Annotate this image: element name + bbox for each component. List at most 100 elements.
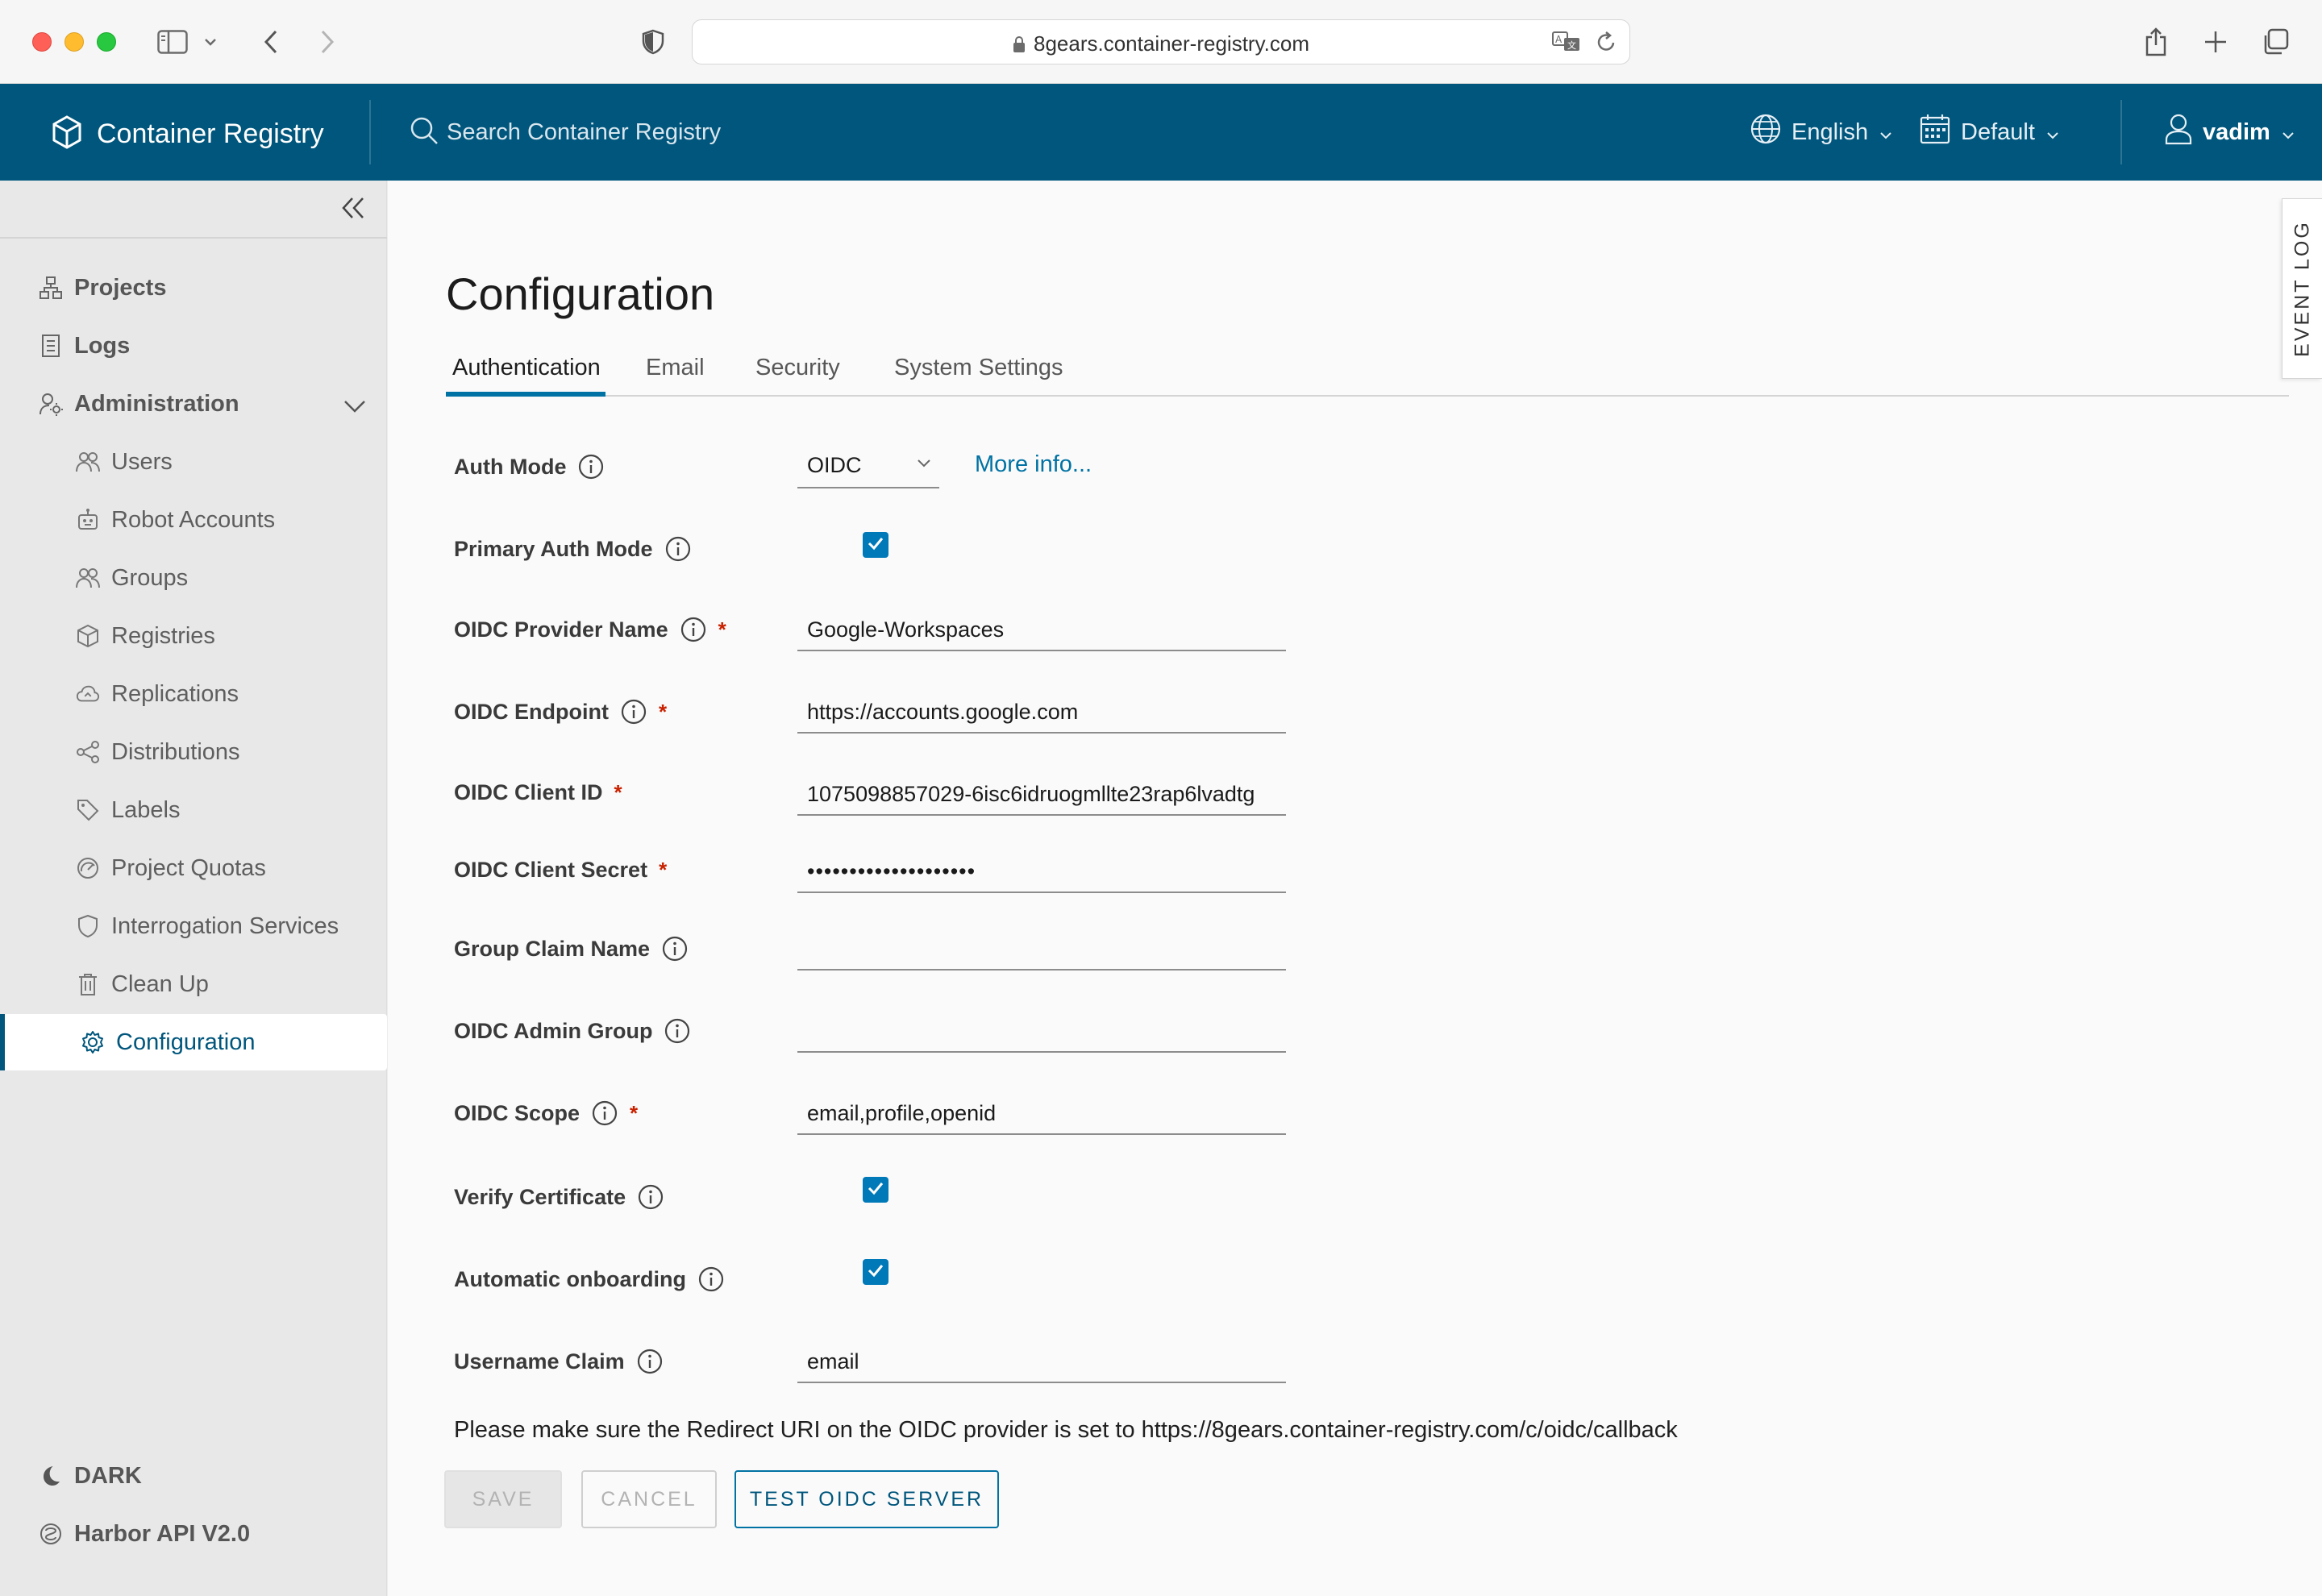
sidebar-toggle-icon[interactable] xyxy=(153,23,192,61)
sidebar-item-configuration[interactable]: Configuration xyxy=(0,1014,387,1070)
double-chevron-left-icon xyxy=(341,197,365,223)
admin-group-input[interactable] xyxy=(797,1008,1286,1053)
sidebar-item-distributions[interactable]: Distributions xyxy=(0,724,387,780)
back-icon[interactable] xyxy=(252,23,290,61)
more-info-link[interactable]: More info... xyxy=(975,451,1092,478)
projects-icon xyxy=(39,276,63,300)
provider-name-label: OIDC Provider Name xyxy=(454,617,668,642)
info-icon[interactable] xyxy=(636,1348,664,1375)
gear-icon xyxy=(81,1030,105,1054)
form-row-primary-auth-mode: Primary Auth Mode xyxy=(454,524,2066,572)
app-header: Container Registry English Default vadim xyxy=(0,84,2322,181)
sidebar-item-registries[interactable]: Registries xyxy=(0,608,387,664)
event-log-tab[interactable]: EVENT LOG xyxy=(2282,198,2322,379)
auth-mode-label: Auth Mode xyxy=(454,454,567,479)
scope-input[interactable]: email,profile,openid xyxy=(797,1090,1286,1135)
group-claim-input[interactable] xyxy=(797,925,1286,970)
chevron-down-icon xyxy=(2282,119,2295,146)
theme-menu[interactable]: Default xyxy=(1919,113,2059,152)
minimize-window-button[interactable] xyxy=(64,32,84,52)
tab-system-settings[interactable]: System Settings xyxy=(894,348,1063,397)
username-claim-input[interactable]: email xyxy=(797,1338,1286,1383)
user-menu[interactable]: vadim xyxy=(2164,113,2295,152)
client-id-input[interactable]: 1075098857029-6isc6idruogmllte23rap6lvad… xyxy=(797,771,1286,816)
close-window-button[interactable] xyxy=(32,32,52,52)
language-menu[interactable]: English xyxy=(1750,113,1892,152)
cancel-button[interactable]: CANCEL xyxy=(581,1470,717,1528)
sidebar-item-labels[interactable]: Labels xyxy=(0,782,387,838)
auth-mode-select[interactable]: OIDC xyxy=(797,443,939,488)
brand[interactable]: Container Registry xyxy=(52,114,324,153)
info-icon[interactable] xyxy=(664,535,692,563)
lock-icon xyxy=(1013,34,1026,59)
info-icon[interactable] xyxy=(661,935,689,962)
sidebar-item-project-quotas[interactable]: Project Quotas xyxy=(0,840,387,896)
search-input[interactable] xyxy=(447,118,753,146)
forward-icon[interactable] xyxy=(308,23,347,61)
save-button[interactable]: SAVE xyxy=(444,1470,562,1528)
sidebar-item-robot-accounts[interactable]: Robot Accounts xyxy=(0,492,387,548)
sidebar-item-groups[interactable]: Groups xyxy=(0,550,387,606)
privacy-shield-icon[interactable] xyxy=(634,23,672,61)
auto-onboarding-checkbox[interactable] xyxy=(863,1259,888,1285)
info-icon[interactable] xyxy=(680,616,707,643)
info-icon[interactable] xyxy=(697,1266,725,1293)
endpoint-input[interactable]: https://accounts.google.com xyxy=(797,688,1286,734)
verify-cert-checkbox[interactable] xyxy=(863,1177,888,1203)
provider-name-input[interactable]: Google-Workspaces xyxy=(797,606,1286,651)
client-secret-input[interactable]: •••••••••••••••••••• xyxy=(797,848,1286,893)
theme-label: Default xyxy=(1961,118,2035,145)
verify-cert-label: Verify Certificate xyxy=(454,1184,626,1209)
form-row-endpoint: OIDC Endpoint * https://accounts.google.… xyxy=(454,687,2066,735)
test-oidc-server-button[interactable]: TEST OIDC SERVER xyxy=(734,1470,999,1528)
sidebar-item-logs[interactable]: Logs xyxy=(0,318,387,374)
tab-security[interactable]: Security xyxy=(755,348,840,397)
zoom-window-button[interactable] xyxy=(97,32,116,52)
form-row-client-secret: OIDC Client Secret * •••••••••••••••••••… xyxy=(454,846,2066,895)
harbor-api-link[interactable]: Harbor API V2.0 xyxy=(0,1506,387,1562)
info-icon[interactable] xyxy=(591,1099,618,1127)
tab-authentication[interactable]: Authentication xyxy=(446,348,605,397)
collapse-sidebar-button[interactable] xyxy=(337,193,369,226)
page-title: Configuration xyxy=(446,268,715,319)
scope-value: email,profile,openid xyxy=(807,1101,997,1125)
search-box[interactable] xyxy=(410,113,753,152)
sidebar-item-label: Distributions xyxy=(111,738,240,765)
sidebar-item-label: Interrogation Services xyxy=(111,912,339,939)
info-icon[interactable] xyxy=(577,453,605,480)
dark-mode-toggle[interactable]: DARK xyxy=(0,1448,387,1504)
dark-mode-label: DARK xyxy=(74,1462,142,1489)
chevron-down-icon[interactable] xyxy=(198,23,223,61)
info-icon[interactable] xyxy=(620,698,647,725)
administration-icon xyxy=(39,392,63,416)
form-row-admin-group: OIDC Admin Group xyxy=(454,1006,2066,1054)
info-icon[interactable] xyxy=(637,1183,664,1211)
form-row-client-id: OIDC Client ID * 1075098857029-6isc6idru… xyxy=(454,769,2066,817)
sidebar-item-projects[interactable]: Projects xyxy=(0,260,387,316)
chevron-down-icon xyxy=(917,458,931,472)
sidebar-item-administration[interactable]: Administration xyxy=(0,376,387,432)
new-tab-icon[interactable] xyxy=(2196,23,2235,61)
sidebar-item-users[interactable]: Users xyxy=(0,434,387,490)
sidebar-item-interrogation-services[interactable]: Interrogation Services xyxy=(0,898,387,954)
share-icon[interactable] xyxy=(2137,23,2175,61)
reload-icon[interactable] xyxy=(1596,31,1617,57)
translate-icon[interactable]: A文 xyxy=(1552,31,1581,56)
tab-email[interactable]: Email xyxy=(646,348,705,397)
sidebar-item-clean-up[interactable]: Clean Up xyxy=(0,956,387,1012)
distributions-icon xyxy=(76,740,100,764)
primary-auth-mode-checkbox[interactable] xyxy=(863,532,888,558)
checkmark-icon xyxy=(867,1181,884,1199)
address-bar[interactable]: 8gears.container-registry.com A文 xyxy=(692,19,1630,64)
sidebar-item-label: Groups xyxy=(111,564,189,591)
groups-icon xyxy=(76,566,100,590)
sidebar-item-replications[interactable]: Replications xyxy=(0,666,387,722)
sidebar-item-label: Clean Up xyxy=(111,970,209,997)
sidebar-item-label: Projects xyxy=(74,274,167,301)
form-row-scope: OIDC Scope * email,profile,openid xyxy=(454,1088,2066,1137)
sidebar: Projects Logs Administration Users Robot… xyxy=(0,181,387,1596)
svg-text:A: A xyxy=(1555,34,1563,45)
info-icon[interactable] xyxy=(664,1017,691,1045)
auto-onboarding-label: Automatic onboarding xyxy=(454,1266,686,1291)
tab-overview-icon[interactable] xyxy=(2256,23,2295,61)
